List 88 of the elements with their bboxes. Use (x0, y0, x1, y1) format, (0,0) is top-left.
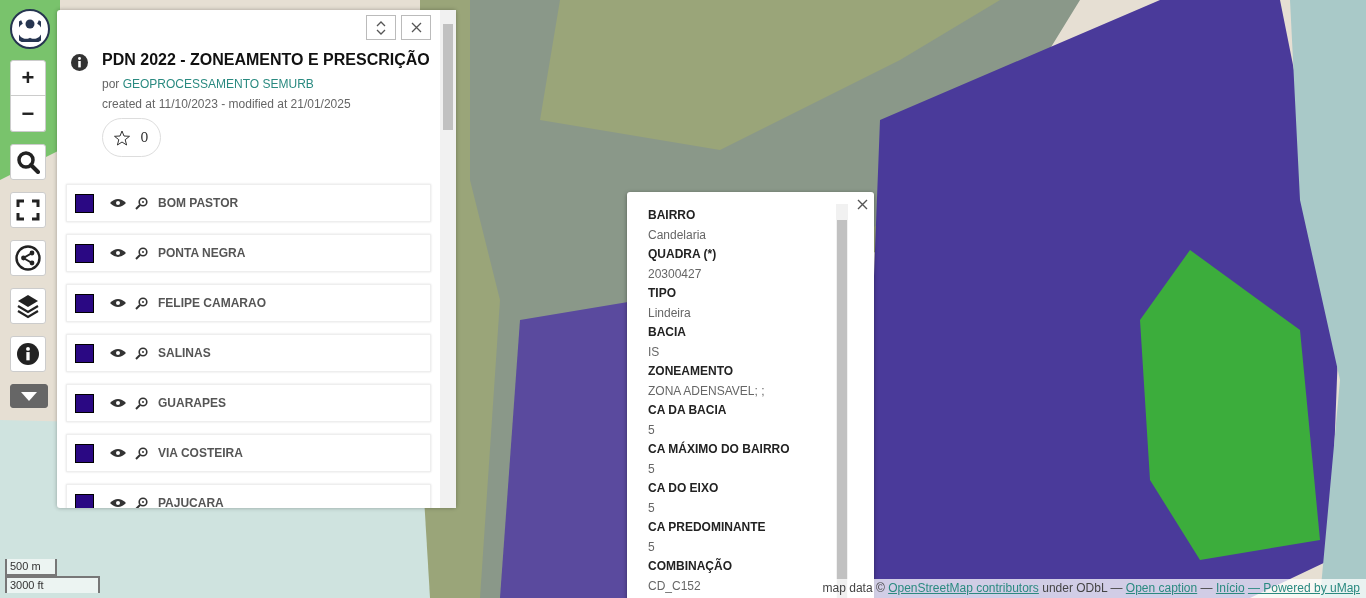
eye-icon[interactable] (110, 298, 126, 308)
powered-link[interactable]: — Powered by uMap (1247, 581, 1360, 595)
field-label: CA PREDOMINANTE (648, 519, 766, 536)
field-value: 5 (648, 538, 655, 556)
layer-color-swatch (75, 293, 94, 313)
layer-name: BOM PASTOR (158, 195, 239, 212)
eye-icon[interactable] (110, 448, 126, 458)
field-value: 5 (648, 460, 655, 478)
field-value: Lindeira (648, 304, 691, 322)
license-text: under ODbL — (1042, 581, 1123, 595)
layer-color-swatch (75, 493, 94, 508)
star-button[interactable]: 0 (102, 118, 161, 157)
field-value: 5 (648, 421, 655, 439)
scale-bar: 3000 ft (5, 576, 100, 593)
expand-button[interactable] (366, 15, 396, 40)
close-icon (410, 22, 422, 33)
field-value: IS (648, 343, 660, 361)
layer-name: GUARAPES (158, 395, 226, 412)
search-icon (16, 150, 40, 174)
field-value: 20300427 (648, 265, 702, 283)
layer-name: FELIPE CAMARAO (158, 295, 266, 312)
info-button[interactable] (10, 336, 46, 372)
eye-icon[interactable] (110, 248, 126, 258)
zoom-icon[interactable] (135, 346, 148, 360)
fullscreen-button[interactable] (10, 192, 46, 228)
layer-row[interactable]: FELIPE CAMARAO (66, 284, 431, 322)
layer-row[interactable]: GUARAPES (66, 384, 431, 422)
scale-bar: 500 m (5, 559, 57, 576)
layer-name: SALINAS (158, 345, 211, 362)
field-label: QUADRA (*) (648, 246, 717, 263)
field-label: CA DA BACIA (648, 402, 727, 419)
layers-button[interactable] (10, 288, 46, 324)
layer-row[interactable]: SALINAS (66, 334, 431, 372)
field-label: TIPO (648, 285, 676, 302)
zoom-icon[interactable] (135, 196, 148, 210)
fullscreen-icon (16, 199, 40, 221)
scrollbar[interactable] (440, 10, 456, 508)
separator-text: — (1200, 581, 1213, 595)
field-label: BACIA (648, 324, 686, 341)
zoom-in-button[interactable]: + (10, 60, 46, 96)
zoom-out-button[interactable]: − (10, 96, 46, 132)
layer-row[interactable]: PAJUCARA (66, 484, 431, 508)
more-button[interactable] (10, 384, 48, 408)
eye-icon[interactable] (110, 398, 126, 408)
caret-icon (21, 391, 37, 401)
field-label: CA DO EIXO (648, 480, 719, 497)
field-value: CD_C152 (648, 577, 701, 595)
layer-row[interactable]: PONTA NEGRA (66, 234, 431, 272)
layer-color-swatch (75, 193, 94, 213)
field-label: ZONEAMENTO (648, 363, 734, 380)
layer-color-swatch (75, 443, 94, 463)
author-link[interactable]: GEOPROCESSAMENTO SEMURB (122, 77, 314, 91)
zoom-icon[interactable] (135, 446, 148, 460)
zoom-icon[interactable] (135, 246, 148, 260)
eye-icon[interactable] (110, 198, 126, 208)
info-icon (17, 343, 39, 365)
layer-name: PONTA NEGRA (158, 245, 246, 262)
zoom-icon[interactable] (135, 496, 148, 508)
field-label: CA MÁXIMO DO BAIRRO (648, 440, 790, 458)
field-label: BAIRRO (648, 207, 696, 224)
layer-row[interactable]: BOM PASTOR (66, 184, 431, 222)
layer-color-swatch (75, 243, 94, 263)
close-icon (856, 198, 868, 210)
share-button[interactable] (10, 240, 46, 276)
layer-color-swatch (75, 343, 94, 363)
field-value: Candelaria (648, 226, 707, 244)
share-icon (15, 245, 41, 271)
layers-icon (16, 293, 40, 319)
eye-icon[interactable] (110, 498, 126, 508)
close-button[interactable] (401, 15, 431, 40)
zoom-icon[interactable] (135, 296, 148, 310)
layer-name: VIA COSTEIRA (158, 445, 243, 462)
dates-text: created at 11/10/2023 - modified at 21/01/2025 (102, 96, 352, 113)
eye-icon[interactable] (110, 348, 126, 358)
author-line: por GEOPROCESSAMENTO SEMURB (102, 76, 315, 93)
search-button[interactable] (10, 144, 46, 180)
chevrons-icon (376, 20, 386, 35)
field-label: COMBINAÇÃO (648, 557, 732, 575)
field-value: 5 (648, 499, 655, 517)
star-icon (114, 129, 131, 146)
info-icon (71, 54, 88, 71)
layer-name: PAJUCARA (158, 495, 224, 508)
attribution-text: map data © (822, 581, 885, 595)
layer-row[interactable]: VIA COSTEIRA (66, 434, 431, 472)
layer-color-swatch (75, 393, 94, 413)
map-title: PDN 2022 - ZONEAMENTO E PRESCRIÇÃO (102, 49, 430, 70)
zoom-icon[interactable] (135, 396, 148, 410)
field-value: ZONA ADENSAVEL; ; (648, 382, 765, 400)
